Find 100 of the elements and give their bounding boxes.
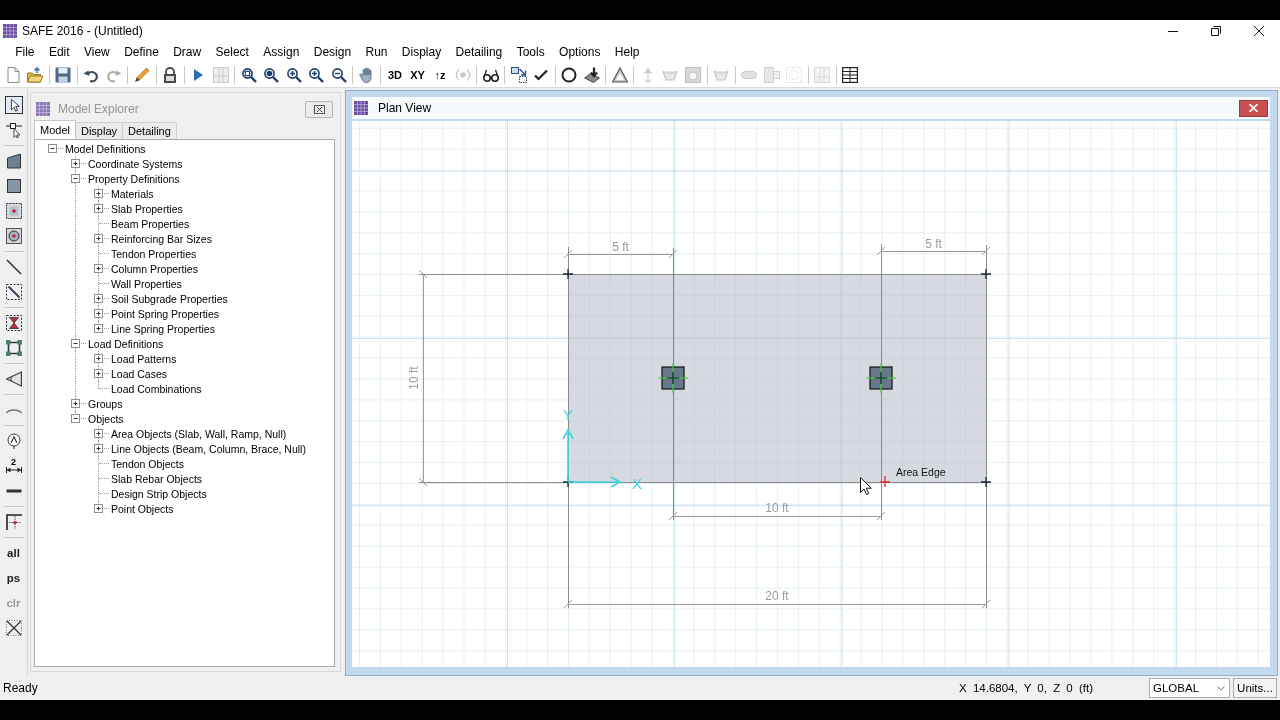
tree-item[interactable]: Line Objects (Beam, Column, Brace, Null) [110,441,307,456]
expand-icon[interactable] [71,159,80,168]
point-marker-icon[interactable] [980,476,992,488]
zoom-in-icon[interactable] [308,66,325,83]
zoom-window-icon[interactable] [240,66,257,83]
tab[interactable]: Display [74,122,124,139]
wedge-icon[interactable] [4,369,23,388]
parallelogram-icon[interactable] [4,151,23,170]
tree-item[interactable]: Wall Properties [110,276,183,291]
menu-item[interactable]: Run [358,42,395,62]
view-3d-button[interactable]: 3D [383,64,407,85]
ring-icon[interactable] [561,66,578,83]
save-icon[interactable] [55,66,72,83]
pointer-icon[interactable] [4,95,23,114]
hand-icon[interactable] [358,66,375,83]
tree-item[interactable]: Coordinate Systems [87,156,184,171]
menu-item[interactable]: Select [208,42,257,62]
column-symbol[interactable] [657,362,689,394]
menu-item[interactable]: Help [607,42,647,62]
menu-item[interactable]: Options [551,42,608,62]
open-folder-icon[interactable] [27,66,44,83]
expand-icon[interactable] [94,234,103,243]
collapse-icon[interactable] [71,339,80,348]
expand-icon[interactable] [94,264,103,273]
tree-item[interactable]: Property Definitions [87,171,181,186]
menu-item[interactable]: Assign [256,42,307,62]
previous-selection-button[interactable]: ps [4,571,23,584]
expand-icon[interactable] [94,369,103,378]
hatched-cross-icon[interactable] [4,618,23,637]
zoom-out-icon[interactable] [330,66,347,83]
menu-item[interactable]: Edit [41,42,77,62]
menu-item[interactable]: Detailing [448,42,510,62]
tree-item[interactable]: Load Definitions [87,336,165,351]
table-icon[interactable] [842,66,859,83]
tree-item[interactable]: Soil Subgrade Properties [110,291,229,306]
collapse-icon[interactable] [48,144,57,153]
point-marker-icon[interactable] [980,268,992,280]
tab[interactable]: Model [34,120,76,139]
expand-icon[interactable] [94,354,103,363]
triangle-icon[interactable] [611,66,628,83]
collapse-icon[interactable] [71,414,80,423]
expand-icon[interactable] [94,444,103,453]
expand-icon[interactable] [94,309,103,318]
square-icon[interactable] [4,176,23,195]
tree-item[interactable]: Tendon Objects [110,456,185,471]
close-button[interactable] [305,100,333,118]
collapse-icon[interactable] [71,174,80,183]
snap-grid-icon[interactable] [4,512,23,531]
tree-item[interactable]: Point Objects [110,501,175,516]
tree-item[interactable]: Load Patterns [110,351,178,366]
units-button[interactable]: Units... [1233,678,1277,698]
tree-item[interactable]: Materials [110,186,155,201]
zoom-restore-icon[interactable] [263,66,280,83]
circled-caret-icon[interactable] [4,431,23,450]
menu-item[interactable]: Tools [509,42,552,62]
menu-item[interactable]: Define [116,42,166,62]
dimension-tool-button[interactable]: 2 [5,458,22,473]
frame-icon[interactable] [4,338,23,357]
menu-item[interactable]: Display [394,42,449,62]
tree-item[interactable]: Design Strip Objects [110,486,208,501]
new-file-icon[interactable] [4,66,21,83]
tab[interactable]: Detailing [122,122,177,139]
dashed-line-box-icon[interactable] [4,282,23,301]
coordinate-system-dropdown[interactable]: GLOBAL [1149,678,1230,698]
tree-item[interactable]: Slab Rebar Objects [110,471,204,486]
expand-icon[interactable] [94,429,103,438]
expand-icon[interactable] [94,294,103,303]
expand-icon[interactable] [71,399,80,408]
expand-icon[interactable] [94,204,103,213]
tree-item[interactable]: Beam Properties [110,216,191,231]
tree-item[interactable]: Tendon Properties [110,246,198,261]
node-pointer-icon[interactable] [4,120,23,139]
view-z-button[interactable]: ↑z [428,64,452,85]
selection-box-icon[interactable] [510,66,527,83]
close-button[interactable] [1239,99,1268,117]
zoom-in-icon[interactable] [285,66,302,83]
pencil-icon[interactable] [134,66,151,83]
menu-item[interactable]: Design [306,42,359,62]
tree-item[interactable]: Groups [87,396,124,411]
point-marker-icon[interactable] [562,268,574,280]
tree-item[interactable]: Objects [87,411,125,426]
tree-item[interactable]: Slab Properties [110,201,184,216]
expand-icon[interactable] [94,189,103,198]
tree-item[interactable]: Load Cases [110,366,169,381]
dotted-square-icon[interactable] [4,201,23,220]
tree-item[interactable]: Line Spring Properties [110,321,216,336]
select-all-button[interactable]: all [5,546,22,559]
plate-down-arrow-icon[interactable] [583,66,600,83]
menu-item[interactable]: Draw [166,42,209,62]
tree-item[interactable]: Reinforcing Bar Sizes [110,231,213,246]
expand-icon[interactable] [94,504,103,513]
line-icon[interactable] [4,257,23,276]
padlock-icon[interactable] [162,66,179,83]
view-xy-button[interactable]: XY [406,64,429,85]
menu-item[interactable]: View [76,42,117,62]
tree-item[interactable]: Area Objects (Slab, Wall, Ramp, Null) [110,426,288,441]
column-symbol[interactable] [865,362,897,394]
hourglass-icon[interactable] [4,313,23,332]
tree-item[interactable]: Column Properties [110,261,199,276]
expand-icon[interactable] [94,324,103,333]
